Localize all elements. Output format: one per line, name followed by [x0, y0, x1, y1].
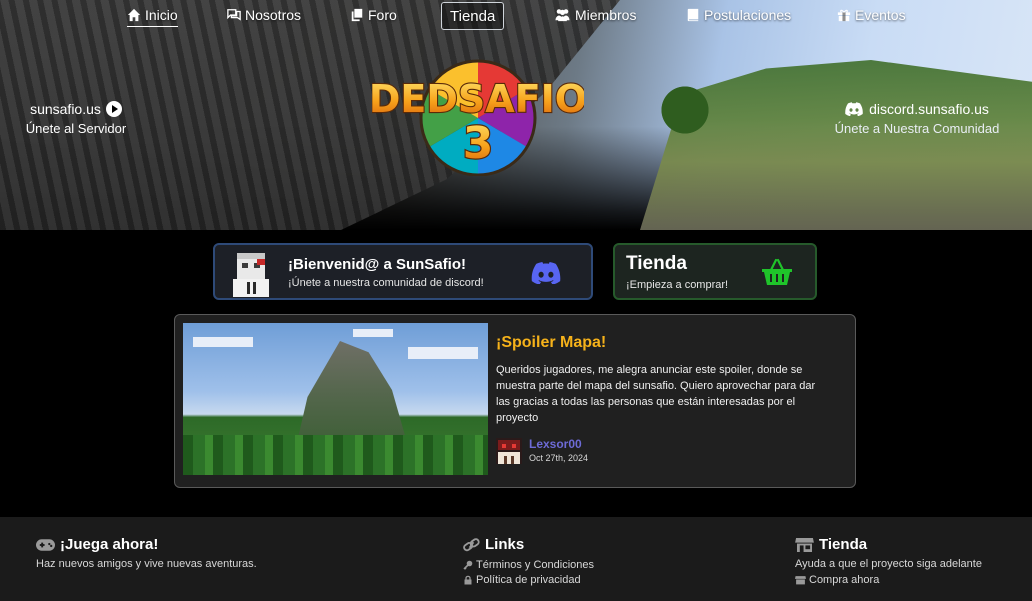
play-icon [105, 101, 122, 117]
news-title[interactable]: ¡Spoiler Mapa! [496, 334, 606, 352]
nav-item-label: Inicio [145, 6, 178, 23]
footer-play-section: ¡Juega ahora! Haz nuevos amigos y vive n… [36, 536, 257, 570]
news-body: Queridos jugadores, me alegra anunciar e… [496, 364, 816, 424]
shop-card-title: Tienda [626, 253, 687, 274]
nav-item-label: Postulaciones [704, 7, 792, 23]
copy-icon [351, 8, 363, 22]
hero-banner: Inicio Nosotros Foro Tienda Miembros Pos… [0, 0, 1032, 230]
logo-title: DEDSAFIO [372, 77, 584, 121]
server-host-row: sunsafio.us [20, 101, 132, 117]
store-icon [795, 537, 814, 552]
footer-shop-section: Tienda Ayuda a que el proyecto siga adel… [795, 536, 982, 586]
thumb-cloud [193, 337, 253, 347]
nav-item-miembros[interactable]: Miembros [554, 3, 636, 27]
discord-host: discord.sunsafio.us [869, 101, 989, 117]
nav-item-tienda[interactable]: Tienda [441, 2, 505, 30]
nav-item-foro[interactable]: Foro [350, 3, 397, 27]
logo-number: 3 [463, 118, 494, 169]
footer-play-heading: ¡Juega ahora! [36, 536, 257, 553]
footer-shop-title: Tienda [819, 536, 868, 553]
nav-item-label: Nosotros [245, 7, 302, 23]
chat-icon [227, 9, 241, 21]
footer-play-title: ¡Juega ahora! [60, 536, 159, 553]
discord-host-row: discord.sunsafio.us [822, 101, 1012, 117]
key-icon [463, 560, 473, 570]
discord-card-title: ¡Bienvenid@ a SunSafio! [288, 256, 466, 273]
footer-shop-heading: Tienda [795, 536, 982, 553]
footer-link-privacy[interactable]: Política de privacidad [463, 574, 594, 586]
basket-icon [762, 258, 792, 285]
footer-link-label: Compra ahora [809, 574, 880, 586]
hero-background-tree [655, 80, 715, 140]
nav-item-label: Tienda [450, 7, 496, 25]
nav-item-eventos[interactable]: Eventos [837, 3, 906, 27]
top-navigation: Inicio Nosotros Foro Tienda Miembros Pos… [0, 0, 1032, 30]
footer-link-label: Política de privacidad [476, 574, 581, 586]
discord-card-subtitle: ¡Únete a nuestra comunidad de discord! [288, 277, 484, 289]
thumb-cloud [408, 347, 478, 359]
server-cta: Únete al Servidor [25, 121, 127, 136]
skin-avatar [233, 253, 269, 297]
news-author[interactable]: Lexsor00 [529, 437, 582, 451]
shop-card[interactable]: Tienda ¡Empieza a comprar! [613, 243, 817, 300]
gamepad-icon [36, 538, 55, 551]
store-icon [795, 576, 806, 585]
footer-link-buy[interactable]: Compra ahora [795, 574, 982, 586]
news-post-card[interactable]: ¡Spoiler Mapa! Queridos jugadores, me al… [174, 314, 856, 488]
server-join-link[interactable]: sunsafio.us Únete al Servidor [20, 101, 132, 136]
users-icon [555, 9, 570, 22]
nav-item-label: Eventos [855, 7, 906, 23]
lock-icon [464, 575, 472, 585]
book-icon [687, 8, 699, 22]
news-thumbnail[interactable] [183, 323, 488, 475]
discord-icon [531, 262, 561, 284]
home-icon [127, 8, 141, 21]
discord-welcome-card[interactable]: ¡Bienvenid@ a SunSafio! ¡Únete a nuestra… [213, 243, 593, 300]
nav-item-postulaciones[interactable]: Postulaciones [686, 3, 791, 27]
discord-join-link[interactable]: discord.sunsafio.us Únete a Nuestra Comu… [822, 101, 1012, 136]
nav-item-inicio[interactable]: Inicio [127, 3, 178, 27]
nav-item-label: Foro [368, 7, 397, 23]
server-host: sunsafio.us [30, 101, 101, 117]
footer-play-text: Haz nuevos amigos y vive nuevas aventura… [36, 558, 257, 570]
footer-link-label: Términos y Condiciones [476, 559, 594, 571]
footer-link-terms[interactable]: Términos y Condiciones [463, 559, 594, 571]
link-icon [463, 537, 480, 551]
thumb-cloud [353, 329, 393, 337]
nav-item-nosotros[interactable]: Nosotros [227, 3, 301, 27]
discord-cta: Únete a Nuestra Comunidad [834, 121, 1000, 136]
nav-item-label: Miembros [575, 7, 637, 23]
news-date: Oct 27th, 2024 [529, 453, 589, 463]
thumb-forest [183, 435, 488, 475]
footer-links-section: Links Términos y Condiciones Política de… [463, 536, 594, 586]
discord-icon [845, 102, 863, 116]
shop-card-subtitle: ¡Empieza a comprar! [626, 279, 729, 291]
author-avatar [496, 438, 522, 464]
footer: ¡Juega ahora! Haz nuevos amigos y vive n… [0, 517, 1032, 601]
footer-links-title: Links [485, 536, 525, 553]
gift-icon [837, 9, 851, 22]
footer-links-heading: Links [463, 536, 594, 553]
footer-shop-text: Ayuda a que el proyecto siga adelante [795, 558, 982, 570]
dedsafio-logo: DEDSAFIO 3 [372, 59, 584, 176]
